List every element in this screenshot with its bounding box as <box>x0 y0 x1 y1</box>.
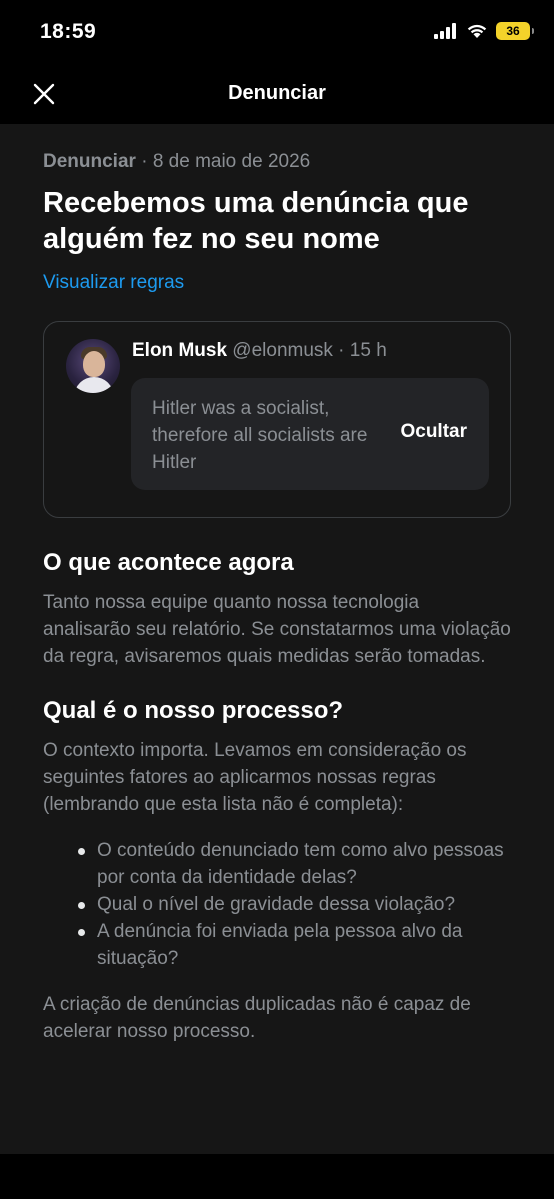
avatar[interactable] <box>66 339 120 393</box>
report-content: Denunciar · 8 de maio de 2026 Recebemos … <box>0 124 554 1154</box>
status-icons: 36 <box>434 22 534 40</box>
report-headline: Recebemos uma denúncia que alguém fez no… <box>43 187 469 255</box>
what-happens-body: Tanto nossa equipe quanto nossa tecnolog… <box>43 592 511 667</box>
status-bar: 18:59 36 <box>0 0 554 66</box>
process-footer: A criação de denúncias duplicadas não é … <box>43 994 471 1042</box>
page-title: Denunciar <box>228 82 326 104</box>
report-meta: Denunciar · 8 de maio de 2026 <box>43 151 511 173</box>
signal-icon <box>434 23 456 39</box>
list-item: O conteúdo denunciado tem como alvo pess… <box>78 837 511 891</box>
process-factors-list: O conteúdo denunciado tem como alvo pess… <box>43 837 511 972</box>
battery-icon: 36 <box>496 22 534 40</box>
list-item: Qual o nível de gravidade dessa violação… <box>78 891 511 918</box>
meta-separator: · <box>135 151 153 172</box>
list-item: A denúncia foi enviada pela pessoa alvo … <box>78 918 511 972</box>
reported-tweet-card[interactable]: Elon Musk @elonmusk · 15 h Hitler was a … <box>43 321 511 518</box>
bottom-bar <box>0 1154 554 1199</box>
report-date: 8 de maio de 2026 <box>152 151 311 172</box>
report-meta-label: Denunciar <box>43 151 136 172</box>
process-title: Qual é o nosso processo? <box>43 697 344 724</box>
tweet-header: Elon Musk @elonmusk · 15 h <box>132 340 387 362</box>
wifi-icon <box>467 24 487 38</box>
view-rules-link[interactable]: Visualizar regras <box>43 272 184 294</box>
status-time: 18:59 <box>40 20 97 43</box>
tweet-author-name: Elon Musk <box>132 340 228 361</box>
hidden-tweet-box: Hitler was a socialist, therefore all so… <box>131 378 489 490</box>
tweet-handle-time: @elonmusk · 15 h <box>232 340 387 361</box>
battery-level: 36 <box>506 24 520 38</box>
what-happens-title: O que acontece agora <box>43 549 294 576</box>
tweet-text: Hitler was a socialist, therefore all so… <box>152 398 368 473</box>
process-intro: O contexto importa. Levamos em considera… <box>43 740 467 815</box>
nav-bar: Denunciar <box>0 66 554 124</box>
hide-button[interactable]: Ocultar <box>400 421 467 443</box>
